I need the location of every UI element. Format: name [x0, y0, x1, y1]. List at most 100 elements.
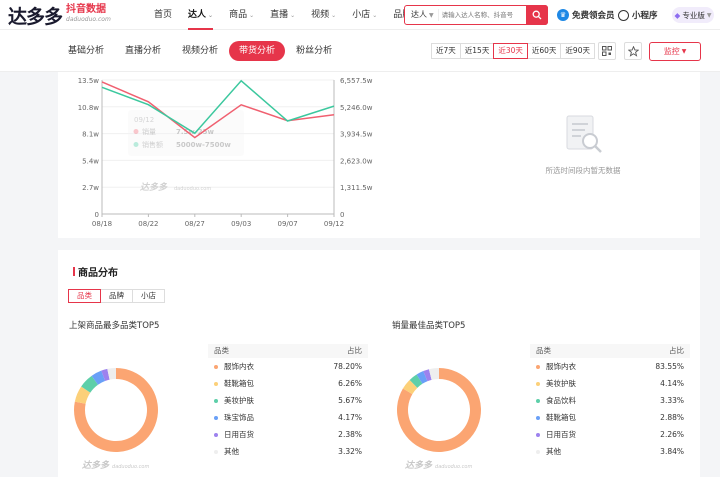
x-tick-label: 09/03	[231, 220, 251, 228]
search-input[interactable]	[438, 11, 525, 19]
right-panel-title: 销量最佳品类TOP5	[392, 321, 466, 331]
y-right-tick: 0	[340, 211, 344, 219]
tab-1[interactable]: 直播分析	[115, 41, 171, 61]
legend-dot	[214, 415, 218, 420]
column-header-category: 品类	[536, 346, 551, 355]
left-category-donut[interactable]	[68, 362, 164, 458]
sales-trend-chart[interactable]: 0 0 2.7w 1,311.5w 5.4w 2,623.0w 8.1w 3,934.5w 10…	[58, 72, 388, 238]
legend-dot	[214, 432, 218, 437]
tooltip-value: 5000w-7500w	[176, 141, 231, 149]
watermark: 达多多 daduoduo.com	[405, 461, 473, 471]
period-option-2[interactable]: 近30天	[493, 43, 528, 59]
category-cell: 美妆护肤	[208, 392, 308, 409]
period-option-4[interactable]: 近90天	[560, 43, 595, 59]
category-name: 服饰内衣	[224, 362, 254, 371]
table-header: 品类 占比	[208, 344, 368, 358]
tooltip-date: 09/12	[134, 116, 154, 124]
segment-option-1[interactable]: 品牌	[100, 289, 133, 303]
table-row[interactable]: 服饰内衣 78.20%	[208, 358, 368, 375]
y-left-tick: 10.8w	[78, 104, 100, 112]
search-type-select[interactable]: 达人 ▼	[405, 9, 439, 21]
tab-3[interactable]: 带货分析	[229, 41, 286, 61]
period-option-0[interactable]: 近7天	[431, 43, 461, 59]
analysis-tabs: 基础分析 直播分析 视频分析 带货分析 粉丝分析	[58, 41, 343, 61]
table-row[interactable]: 其他 3.32%	[208, 443, 368, 460]
y-left-tick: 8.1w	[82, 131, 99, 139]
distribution-type-switch: 品类 品牌 小店	[68, 289, 165, 303]
logo[interactable]: 达多多 抖音数据 daduoduo.com	[8, 3, 111, 28]
mini-program-link[interactable]: 小程序	[618, 0, 658, 30]
table-row[interactable]: 日用百货 2.26%	[530, 426, 690, 443]
category-cell: 其他	[208, 443, 308, 460]
category-share: 3.33%	[660, 396, 684, 405]
y-right-tick: 5,246.0w	[340, 104, 373, 112]
table-row[interactable]: 服饰内衣 83.55%	[530, 358, 690, 375]
category-share: 78.20%	[333, 362, 362, 371]
nav-item-label: 直播	[270, 10, 289, 20]
logo-subtitle: 抖音数据	[66, 4, 107, 15]
table-row[interactable]: 日用百货 2.38%	[208, 426, 368, 443]
chart-watermark: 达多多	[140, 182, 168, 193]
tab-4[interactable]: 粉丝分析	[286, 41, 342, 61]
tooltip-dot	[133, 142, 139, 147]
product-distribution-card: 商品分布 品类 品牌 小店 上架商品最多品类TOP5 销量最佳品类TOP5 品类 占比…	[58, 250, 700, 477]
legend-dot	[214, 449, 218, 454]
sales-trend-card: 0 0 2.7w 1,311.5w 5.4w 2,623.0w 8.1w 3,934.5w 10…	[58, 72, 700, 238]
pro-version-badge[interactable]: ◆ 专业版 ▼	[672, 7, 714, 23]
segment-option-0[interactable]: 品类	[68, 289, 101, 303]
monitor-button[interactable]: 监控 ▼	[649, 42, 701, 61]
category-name: 其他	[224, 447, 239, 456]
legend-dot	[214, 398, 218, 403]
search-button[interactable]	[526, 5, 548, 25]
table-row[interactable]: 食品饮料 3.33%	[530, 392, 690, 409]
nav-item-0[interactable]: 首页	[146, 0, 180, 30]
category-cell: 服饰内衣	[208, 358, 308, 375]
legend-dot	[214, 381, 218, 386]
category-share: 83.55%	[655, 362, 684, 371]
category-share: 2.26%	[660, 430, 684, 439]
nav-item-3[interactable]: 直播 ⌄	[262, 0, 303, 30]
top-header: 达多多 抖音数据 daduoduo.com 首页 达人 ⌄ 商品 ⌄ 直播 ⌄ 视频 ⌄ 小店 ⌄ 品…	[0, 0, 720, 30]
nav-item-label: 达人	[188, 10, 207, 20]
y-right-tick: 3,934.5w	[340, 131, 373, 139]
right-category-table: 品类 占比 服饰内衣 83.55% 美妆护肤 4.14% 食品饮料 3.33% 鞋靴箱包 2.88…	[530, 344, 690, 460]
search-box: 达人 ▼	[404, 5, 548, 25]
category-share: 5.67%	[338, 396, 362, 405]
segment-option-2[interactable]: 小店	[132, 289, 165, 303]
table-row[interactable]: 鞋靴箱包 2.88%	[530, 409, 690, 426]
category-name: 食品饮料	[546, 396, 576, 405]
nav-item-2[interactable]: 商品 ⌄	[221, 0, 262, 30]
period-option-3[interactable]: 近60天	[526, 43, 562, 59]
favorite-button[interactable]	[624, 42, 642, 60]
qrcode-button[interactable]	[598, 42, 616, 60]
right-category-donut[interactable]	[391, 362, 487, 458]
table-row[interactable]: 鞋靴箱包 6.26%	[208, 375, 368, 392]
category-share: 2.88%	[660, 413, 684, 422]
nav-item-1[interactable]: 达人 ⌄	[180, 0, 221, 30]
category-cell: 鞋靴箱包	[530, 409, 630, 426]
table-row[interactable]: 美妆护肤 4.14%	[530, 375, 690, 392]
column-header-share: 占比	[347, 346, 362, 355]
nav-item-label: 视频	[311, 10, 330, 20]
nav-item-5[interactable]: 小店 ⌄	[344, 0, 385, 30]
y-right-tick: 1,311.5w	[340, 184, 373, 192]
y-left-tick: 13.5w	[78, 77, 100, 85]
analysis-toolbar: 基础分析 直播分析 视频分析 带货分析 粉丝分析 近7天 近15天 近30天 近60天 近90天…	[0, 30, 720, 72]
period-option-1[interactable]: 近15天	[459, 43, 495, 59]
chevron-down-icon: ⌄	[208, 12, 214, 19]
star-icon	[627, 45, 639, 57]
x-tick-label: 09/12	[324, 220, 344, 228]
tab-0[interactable]: 基础分析	[58, 41, 114, 61]
table-row[interactable]: 美妆护肤 5.67%	[208, 392, 368, 409]
free-vip-link[interactable]: ♛ 免费领会员	[557, 0, 615, 30]
nav-item-label: 首页	[154, 10, 173, 20]
table-row[interactable]: 珠宝饰品 4.17%	[208, 409, 368, 426]
table-row[interactable]: 其他 3.84%	[530, 443, 690, 460]
category-share: 3.84%	[660, 447, 684, 456]
x-tick-label: 08/18	[92, 220, 112, 228]
tab-2[interactable]: 视频分析	[172, 41, 228, 61]
x-tick-label: 08/27	[185, 220, 205, 228]
chart-watermark-domain: daduoduo.com	[174, 186, 211, 192]
category-cell: 鞋靴箱包	[208, 375, 308, 392]
nav-item-4[interactable]: 视频 ⌄	[303, 0, 344, 30]
